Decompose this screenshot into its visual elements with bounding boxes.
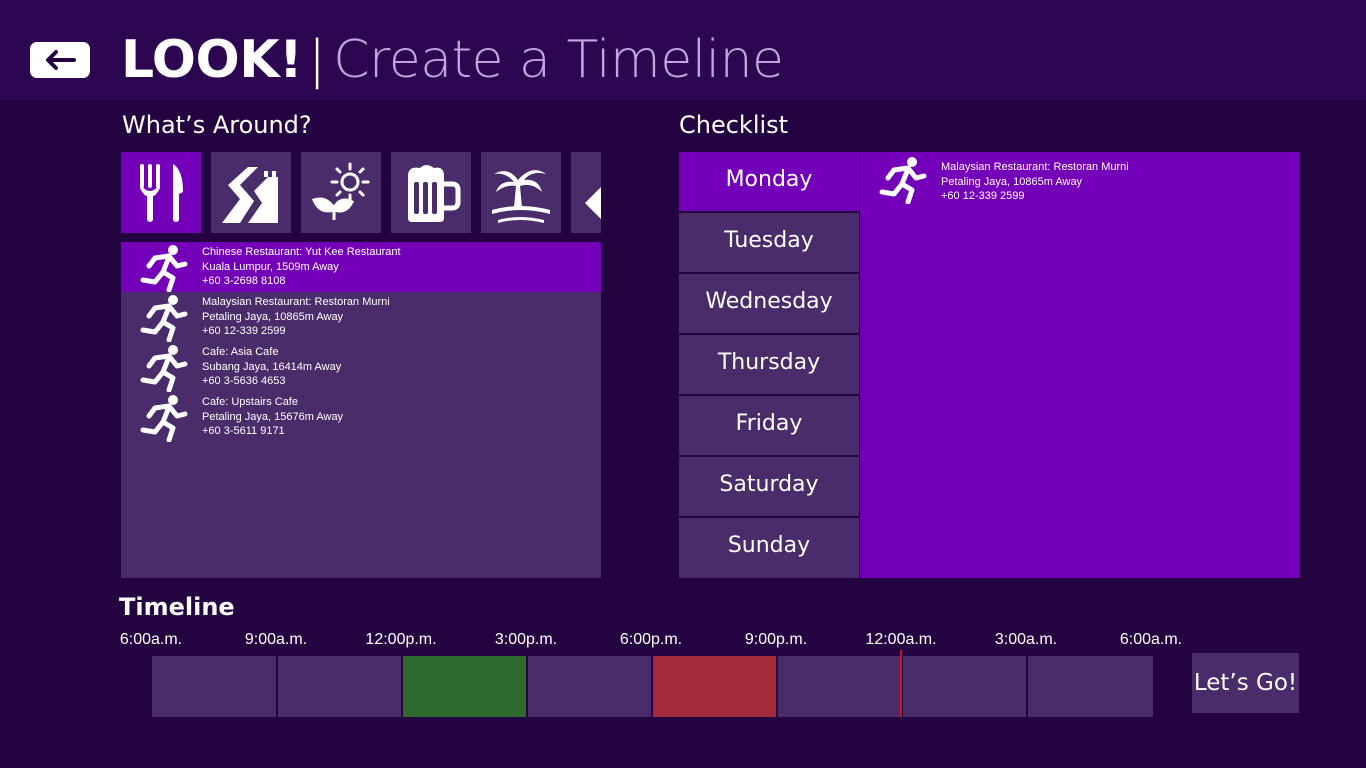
checklist-item-info: Malaysian Restaurant: Restoran Murni Pet… [941,160,1129,204]
current-time-marker [900,650,902,717]
beer-mug-icon [408,164,461,222]
place-location: Subang Jaya, 16414m Away [202,360,342,373]
category-bars[interactable] [391,152,471,233]
timeline-slot[interactable] [778,656,901,717]
day-tab-sunday[interactable]: Sunday [679,518,859,578]
day-label: Sunday [727,533,811,558]
day-label: Wednesday [705,289,833,314]
checklist-heading: Checklist [679,111,789,139]
back-button[interactable] [30,42,90,78]
whats-around-heading: What’s Around? [122,111,312,139]
running-person-icon [140,295,188,342]
day-tab-monday[interactable]: Monday [679,152,859,211]
place-location: Petaling Jaya, 10865m Away [202,310,344,323]
day-tabs: Monday Tuesday Wednesday Thursday Friday… [679,152,859,578]
place-info: Chinese Restaurant: Yut Kee Restaurant K… [202,245,401,289]
list-item[interactable]: Cafe: Upstairs Cafe Petaling Jaya, 15676… [121,392,601,442]
timeline-heading: Timeline [119,593,235,621]
timeline-slot[interactable] [653,656,776,717]
day-label: Friday [735,411,803,436]
place-phone: +60 12-339 2599 [202,325,286,337]
time-tick: 6:00a.m. [119,631,183,648]
category-strip [121,152,601,233]
checklist-panel: Malaysian Restaurant: Restoran Murni Pet… [860,152,1300,578]
running-person-icon [879,157,927,204]
day-label: Monday [725,167,813,192]
day-tab-tuesday[interactable]: Tuesday [679,213,859,272]
timeline-slot[interactable] [403,656,526,717]
places-list: Chinese Restaurant: Yut Kee Restaurant K… [121,242,601,578]
day-tab-thursday[interactable]: Thursday [679,335,859,394]
timeline-slot[interactable] [1028,656,1153,717]
place-info: Cafe: Asia Cafe Subang Jaya, 16414m Away… [202,345,341,389]
day-tab-wednesday[interactable]: Wednesday [679,274,859,333]
lets-go-button[interactable]: Let’s Go! [1192,653,1299,713]
running-person-icon [140,345,188,392]
timeline-slot[interactable] [278,656,401,717]
place-phone: +60 3-5636 4653 [202,375,286,387]
fork-knife-icon [140,163,183,222]
time-tick: 3:00p.m. [494,631,558,648]
page-title: LOOK! | Create a Timeline [121,28,784,92]
place-phone: +60 3-2698 8108 [202,275,286,287]
timeline-slot[interactable] [528,656,651,717]
arrow-left-icon [46,50,76,70]
place-name: Malaysian Restaurant: Restoran Murni [941,161,1129,173]
sun-plant-icon [311,162,370,220]
page-subtitle: Create a Timeline [333,30,784,90]
place-info: Cafe: Upstairs Cafe Petaling Jaya, 15676… [202,395,343,439]
time-tick: 12:00a.m. [865,631,937,648]
place-name: Cafe: Asia Cafe [202,346,279,358]
day-label: Saturday [719,472,819,497]
running-person-icon [140,395,188,442]
category-restaurants[interactable] [121,152,201,233]
timeline-slot[interactable] [152,656,276,717]
place-name: Malaysian Restaurant: Restoran Murni [202,296,390,308]
list-item[interactable]: Cafe: Asia Cafe Subang Jaya, 16414m Away… [121,342,601,392]
category-nature[interactable] [301,152,381,233]
list-item[interactable]: Chinese Restaurant: Yut Kee Restaurant K… [121,242,601,292]
day-label: Tuesday [724,228,814,253]
day-tab-friday[interactable]: Friday [679,396,859,455]
tag-icon [585,186,601,219]
place-location: Kuala Lumpur, 1509m Away [202,260,339,273]
winding-road-icon [222,166,278,223]
day-label: Thursday [717,350,821,375]
day-tab-saturday[interactable]: Saturday [679,457,859,516]
category-beach[interactable] [481,152,561,233]
list-item[interactable]: Malaysian Restaurant: Restoran Murni Pet… [121,292,601,342]
place-phone: +60 3-5611 9171 [202,425,285,437]
time-tick: 3:00a.m. [994,631,1058,648]
place-location: Petaling Jaya, 15676m Away [202,410,344,423]
title-separator: | [308,30,326,90]
place-phone: +60 12-339 2599 [941,190,1025,202]
time-tick: 12:00p.m. [365,631,437,648]
place-location: Petaling Jaya, 10865m Away [941,175,1083,188]
category-attractions[interactable] [211,152,291,233]
time-tick: 6:00a.m. [1119,631,1183,648]
place-name: Chinese Restaurant: Yut Kee Restaurant [202,246,401,258]
running-person-icon [140,245,188,292]
place-info: Malaysian Restaurant: Restoran Murni Pet… [202,295,390,339]
time-tick: 9:00a.m. [244,631,308,648]
place-name: Cafe: Upstairs Cafe [202,396,298,408]
checklist-item[interactable]: Malaysian Restaurant: Restoran Murni Pet… [860,152,1300,208]
palm-island-icon [492,169,550,223]
timeline-slot[interactable] [903,656,1026,717]
app-name: LOOK! [121,30,303,90]
time-tick: 6:00p.m. [619,631,683,648]
time-tick: 9:00p.m. [744,631,808,648]
category-shopping[interactable] [571,152,601,233]
